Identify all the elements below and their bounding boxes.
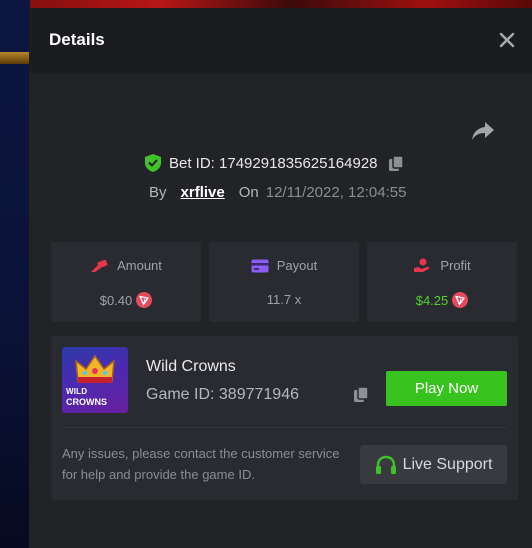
stat-label: Amount (117, 258, 162, 273)
trx-coin-icon (452, 292, 469, 308)
profit-hand-icon (413, 258, 432, 273)
details-dialog: Details Bet ID: 1749291835625164928 By x… (29, 8, 532, 548)
share-icon[interactable] (471, 120, 495, 142)
stat-payout: Payout 11.7 x (209, 242, 359, 322)
support-note: Any issues, please contact the customer … (62, 446, 340, 482)
amount-icon (90, 259, 109, 273)
close-icon[interactable] (498, 31, 516, 49)
bet-id-row: Bet ID: 1749291835625164928 (145, 153, 404, 173)
headset-icon (375, 455, 396, 474)
background-banner (0, 0, 532, 8)
bet-id-text: Bet ID: 1749291835625164928 (169, 154, 378, 172)
stat-label: Profit (440, 258, 471, 273)
bet-meta-row: By xrflive On 12/11/2022, 12:04:55 (149, 182, 406, 202)
username-link[interactable]: xrflive (181, 184, 225, 201)
thumb-text-line2: CROWNS (66, 397, 107, 407)
game-id-text: Game ID: 389771946 (146, 386, 299, 403)
background-game-area (0, 0, 30, 548)
live-support-button[interactable]: Live Support (360, 445, 507, 484)
stat-amount: Amount $0.40 (51, 242, 201, 322)
background-gold-trim (0, 52, 30, 64)
stat-profit: Profit $4.25 (367, 242, 517, 322)
trx-coin-icon (136, 292, 153, 308)
card-icon (251, 259, 269, 273)
thumb-text-line1: WILD (66, 387, 88, 396)
stat-value: 11.7 x (266, 292, 302, 307)
stat-value: $0.40 (99, 292, 133, 308)
bet-date: 12/11/2022, 12:04:55 (265, 183, 407, 201)
divider (62, 427, 507, 428)
game-card: WILD CROWNS Wild Crowns Game ID: 3897719… (51, 336, 518, 500)
live-support-label: Live Support (402, 455, 493, 473)
stat-label: Payout (276, 258, 318, 273)
dialog-header: Details (29, 8, 532, 73)
game-name: Wild Crowns (146, 358, 236, 375)
copy-icon[interactable] (388, 154, 404, 172)
game-thumbnail[interactable]: WILD CROWNS (62, 347, 128, 413)
by-label: By (149, 183, 167, 201)
copy-icon[interactable] (353, 386, 369, 408)
verified-shield-icon (145, 154, 161, 172)
dialog-title: Details (49, 30, 105, 49)
on-label: On (238, 183, 259, 201)
stat-value: $4.25 (415, 292, 449, 308)
play-now-button[interactable]: Play Now (386, 371, 507, 406)
